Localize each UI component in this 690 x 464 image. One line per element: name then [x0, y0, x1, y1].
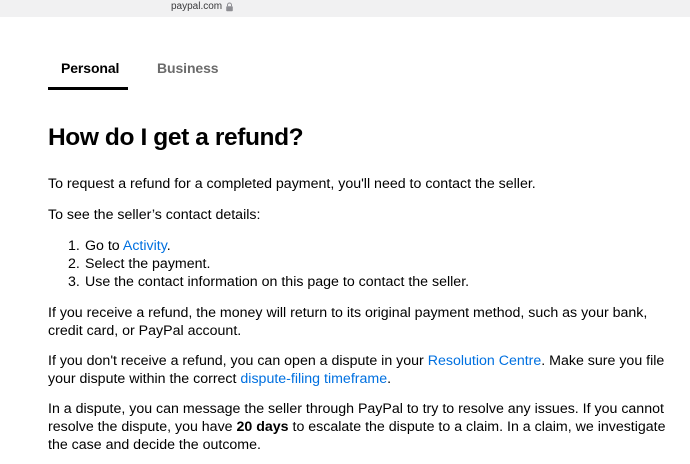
intro-text: To request a refund for a completed paym…	[48, 176, 536, 192]
list-item: 1. Go to Activity.	[68, 237, 171, 255]
list-item: 3. Use the contact information on this pa…	[68, 273, 469, 291]
active-tab-indicator	[48, 87, 128, 90]
page-title: How do I get a refund?	[48, 124, 304, 151]
refund-info-text: If you receive a refund, the money will …	[48, 305, 648, 339]
step-text: Use the contact information on this page…	[85, 274, 470, 290]
dispute-text-part: .	[387, 371, 392, 387]
tab-personal[interactable]: Personal	[61, 60, 119, 76]
dispute-text-part: If you don't receive a refund, you can o…	[48, 353, 428, 369]
steps-intro-text: To see the seller’s contact details:	[48, 207, 261, 223]
step-number: 3.	[68, 274, 80, 290]
step-punctuation: .	[166, 238, 171, 254]
dispute-info-text: If you don't receive a refund, you can o…	[48, 352, 678, 388]
dispute-timeframe-link[interactable]: dispute-filing timeframe	[240, 371, 387, 387]
step-text: Go to	[85, 238, 123, 254]
step-text: Select the payment.	[85, 256, 211, 272]
lock-icon	[226, 2, 233, 11]
url-text: paypal.com	[171, 1, 223, 12]
tab-business[interactable]: Business	[157, 60, 219, 76]
claim-deadline: 20 days	[236, 419, 289, 435]
resolution-centre-link[interactable]: Resolution Centre	[428, 353, 542, 369]
browser-address-bar[interactable]: paypal.com	[0, 0, 690, 17]
step-number: 1.	[68, 238, 80, 254]
activity-link[interactable]: Activity	[123, 238, 167, 254]
url-display[interactable]: paypal.com	[171, 1, 234, 12]
step-number: 2.	[68, 256, 80, 272]
list-item: 2. Select the payment.	[68, 255, 210, 273]
claim-info-text: In a dispute, you can message the seller…	[48, 400, 678, 454]
